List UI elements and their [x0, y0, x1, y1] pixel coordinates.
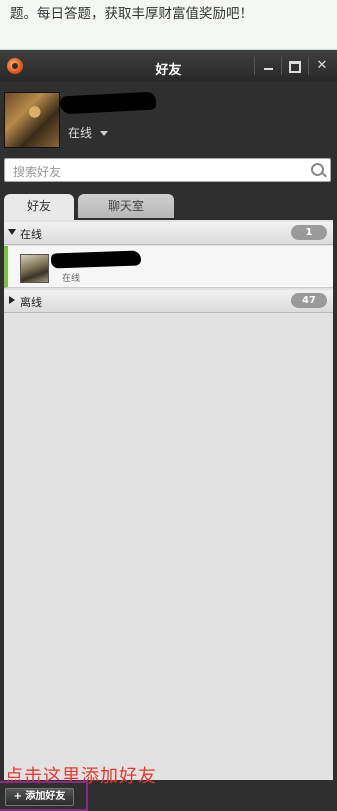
- chevron-down-icon: [100, 131, 109, 136]
- friends-window: 好友 ✕ 在线 搜索好友 好友 聊天室 在线 1 在线 离线 47: [0, 50, 337, 811]
- group-label: 在线: [20, 228, 42, 241]
- group-count: 47: [291, 293, 327, 308]
- status-selector[interactable]: 在线: [68, 124, 109, 141]
- group-count: 1: [291, 225, 327, 240]
- list-item[interactable]: 在线: [4, 246, 333, 288]
- close-icon[interactable]: ✕: [313, 57, 331, 75]
- group-offline[interactable]: 离线 47: [4, 290, 333, 313]
- friend-status: 在线: [62, 274, 81, 284]
- friend-list: 在线 1 在线 离线 47: [4, 220, 333, 780]
- redacted-username: [59, 91, 157, 115]
- article-fragment: 题。每日答题，获取丰厚财富值奖励吧！: [0, 0, 337, 50]
- window-controls: ✕: [254, 57, 331, 75]
- avatar[interactable]: [4, 92, 60, 148]
- article-text: 题。每日答题，获取丰厚财富值奖励吧！: [10, 6, 253, 22]
- status-label: 在线: [68, 126, 93, 140]
- tab-chatroom[interactable]: 聊天室: [78, 194, 174, 218]
- separator: [281, 57, 282, 75]
- group-label: 离线: [20, 296, 42, 309]
- group-online[interactable]: 在线 1: [4, 222, 333, 245]
- search-input[interactable]: 搜索好友: [4, 158, 331, 182]
- separator: [308, 57, 309, 75]
- separator: [254, 57, 255, 75]
- triangle-down-icon: [8, 229, 16, 235]
- search-placeholder: 搜索好友: [13, 165, 62, 179]
- add-friend-button[interactable]: + 添加好友: [5, 788, 74, 806]
- minimize-icon[interactable]: [259, 57, 277, 75]
- triangle-right-icon: [9, 296, 15, 304]
- redacted-friend-name: [50, 250, 142, 269]
- tab-friends[interactable]: 好友: [4, 194, 74, 220]
- title-bar: 好友 ✕: [0, 50, 337, 82]
- maximize-icon[interactable]: [286, 57, 304, 75]
- friend-avatar: [20, 254, 49, 283]
- profile-section: 在线: [0, 82, 337, 150]
- search-icon[interactable]: [311, 163, 324, 176]
